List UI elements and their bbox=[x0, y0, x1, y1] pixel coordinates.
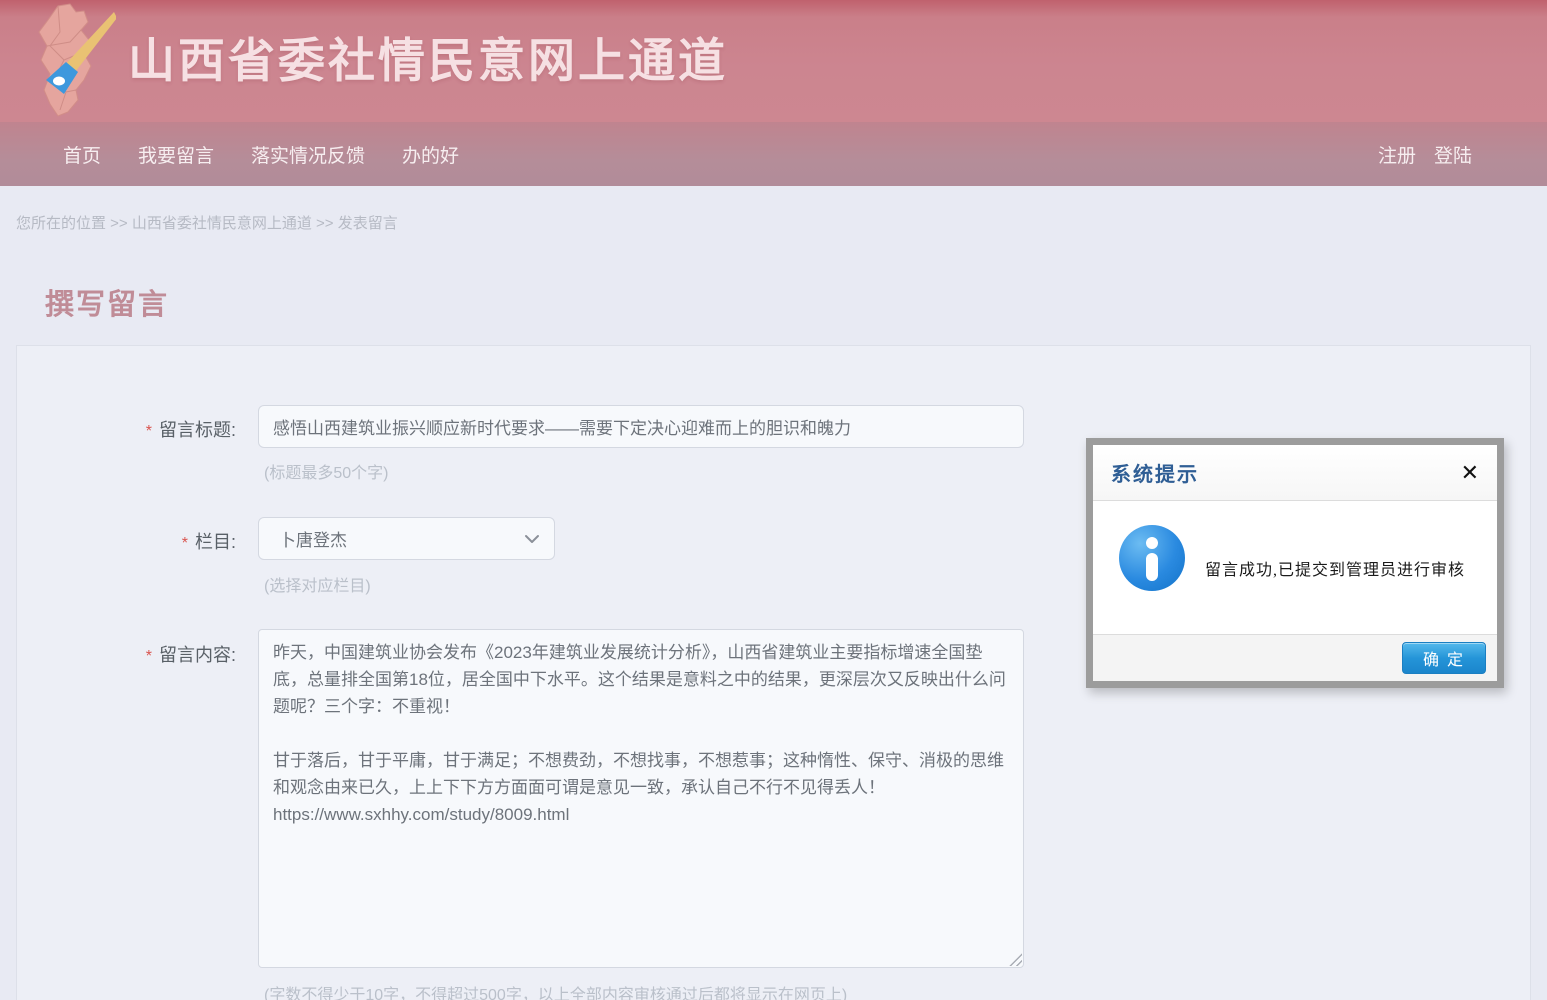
dialog-titlebar: 系统提示 ✕ bbox=[1093, 445, 1497, 501]
info-icon bbox=[1119, 525, 1185, 591]
category-select-value: 卜唐登杰 bbox=[279, 526, 524, 551]
category-field-label: *栏目: bbox=[0, 528, 236, 554]
site-header: 山西省委社情民意网上通道 bbox=[0, 0, 1547, 122]
category-field-hint: (选择对应栏目) bbox=[264, 572, 371, 596]
main-nav: 首页 我要留言 落实情况反馈 办的好 注册 登陆 bbox=[0, 122, 1547, 186]
dialog-footer: 确 定 bbox=[1093, 634, 1497, 681]
nav-item-home[interactable]: 首页 bbox=[63, 141, 101, 168]
content-field-label: *留言内容: bbox=[0, 641, 236, 667]
shanxi-map-pen-logo bbox=[20, 2, 116, 120]
close-icon[interactable]: ✕ bbox=[1461, 462, 1479, 484]
required-asterisk: * bbox=[182, 535, 188, 552]
dialog-message: 留言成功,已提交到管理员进行审核 bbox=[1205, 556, 1465, 580]
dialog-body: 留言成功,已提交到管理员进行审核 bbox=[1093, 501, 1497, 634]
category-select[interactable]: 卜唐登杰 bbox=[258, 517, 555, 560]
title-field-hint: (标题最多50个字) bbox=[264, 459, 388, 483]
page: 山西省委社情民意网上通道 首页 我要留言 落实情况反馈 办的好 注册 登陆 您所… bbox=[0, 0, 1547, 1000]
breadcrumb: 您所在的位置 >> 山西省委社情民意网上通道 >> 发表留言 bbox=[16, 212, 398, 233]
required-asterisk: * bbox=[146, 423, 152, 440]
title-field-label: *留言标题: bbox=[0, 416, 236, 442]
dialog-title: 系统提示 bbox=[1111, 458, 1199, 487]
required-asterisk: * bbox=[146, 648, 152, 665]
nav-item-well-done[interactable]: 办的好 bbox=[402, 141, 459, 168]
nav-auth: 注册 登陆 bbox=[1378, 122, 1472, 186]
register-link[interactable]: 注册 bbox=[1378, 141, 1416, 168]
nav-menu: 首页 我要留言 落实情况反馈 办的好 bbox=[63, 122, 459, 186]
chevron-down-icon bbox=[524, 534, 540, 544]
login-link[interactable]: 登陆 bbox=[1434, 141, 1472, 168]
message-content-textarea[interactable]: 昨天，中国建筑业协会发布《2023年建筑业发展统计分析》，山西省建筑业主要指标增… bbox=[258, 629, 1024, 968]
ok-button[interactable]: 确 定 bbox=[1402, 642, 1486, 674]
content-field-hint: (字数不得少于10字，不得超过500字，以上全部内容审核通过后都将显示在网页上) bbox=[264, 981, 847, 1000]
page-title: 撰写留言 bbox=[45, 281, 169, 323]
nav-item-leave-message[interactable]: 我要留言 bbox=[138, 141, 214, 168]
site-title: 山西省委社情民意网上通道 bbox=[128, 22, 728, 91]
nav-item-feedback[interactable]: 落实情况反馈 bbox=[251, 141, 365, 168]
message-title-input[interactable] bbox=[258, 405, 1024, 448]
system-prompt-dialog: 系统提示 ✕ 留言成功,已提交到管理员进行审核 确 定 bbox=[1086, 438, 1504, 688]
